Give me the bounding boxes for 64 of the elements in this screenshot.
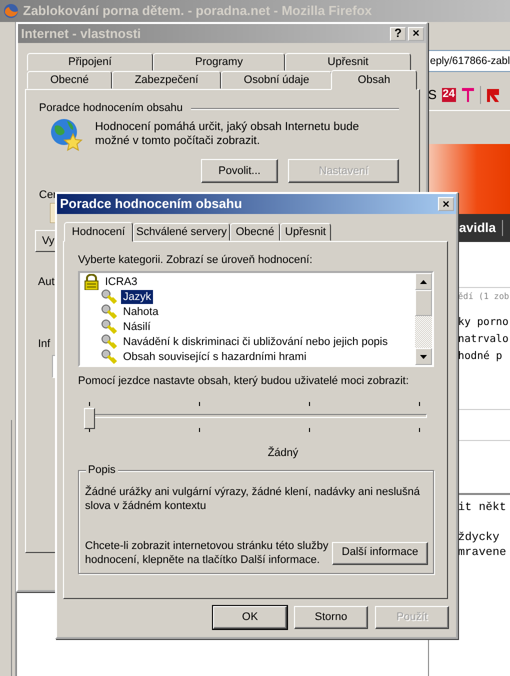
tree-item[interactable]: ICRA3	[103, 274, 140, 289]
label: Aut	[37, 276, 55, 290]
description-text: Žádné urážky ani vulgární výrazy, žádné klení, nadávky ani neslušná slova v žádném kontextu	[85, 484, 421, 513]
tab[interactable]: Upřesnit	[280, 223, 331, 241]
scroll-thumb[interactable]	[415, 290, 432, 316]
description-text: Hodnocení pomáhá určit, jaký obsah Internetu bude možné v tomto počítači zobrazit.	[95, 120, 360, 150]
button[interactable]: Vy	[35, 230, 56, 252]
tab[interactable]: Obecné	[27, 71, 112, 89]
key-icon	[101, 334, 117, 350]
label: Inf	[37, 338, 50, 351]
tab[interactable]: Hodnocení	[64, 222, 133, 242]
category-list[interactable]: ICRA3 Jazyk Nahota Násilí Navádění k diskriminaci či ubližování nebo jejich popis Obsah související s hazardními hrami	[78, 271, 434, 368]
browser-logo-icon	[3, 3, 19, 19]
tab[interactable]: Schválené servery	[133, 223, 230, 241]
bookmark-label[interactable]: S	[428, 87, 437, 103]
more-info-button[interactable]: Další informace	[332, 542, 428, 565]
bookmark-logo-icon[interactable]	[486, 87, 500, 103]
key-icon	[101, 288, 117, 305]
bookmark-logo-icon[interactable]	[460, 87, 475, 103]
post-text: mravene	[458, 545, 508, 560]
key-icon	[101, 304, 117, 320]
post-text: hodné p	[458, 349, 504, 364]
tab[interactable]: Osobní údaje	[221, 71, 332, 89]
tab[interactable]: Upřesnit	[285, 53, 411, 71]
info-text: Chcete-li zobrazit internetovou stránku této služby hodnocení, klepněte na tlačítko Další informace.	[85, 538, 330, 567]
tree-item[interactable]: Obsah související s hazardními hrami	[121, 350, 308, 364]
tab[interactable]: Obsah	[331, 70, 417, 90]
post-text: ždycky	[458, 530, 500, 546]
tree-item[interactable]: Násilí	[121, 320, 153, 334]
address-field[interactable]: eply/617866-zabl	[428, 50, 510, 72]
scrollbar[interactable]	[415, 273, 432, 366]
help-button[interactable]: ?	[390, 26, 406, 40]
key-icon	[101, 318, 117, 335]
group-title: Poradce hodnocením obsahu	[39, 102, 183, 116]
post-text: natrvalo	[458, 332, 510, 348]
label: Cer	[38, 189, 57, 202]
scroll-up-icon[interactable]	[420, 280, 427, 284]
slider-label: Pomocí jezdce nastavte obsah, který budou uživatelé moci zobrazit:	[78, 375, 410, 388]
dialog-title: Poradce hodnocením obsahu	[60, 196, 244, 212]
tab[interactable]: Zabezpečení	[112, 71, 221, 89]
list-label: Vyberte kategorii. Zobrazí se úroveň hodnocení:	[78, 254, 314, 268]
close-button[interactable]: ×	[408, 26, 424, 40]
tree-item[interactable]: Navádění k diskriminaci či ubližování nebo jejich popis	[121, 334, 390, 349]
slider-thumb[interactable]	[84, 408, 95, 430]
button[interactable]: Storno	[294, 606, 368, 629]
button[interactable]: OK	[213, 606, 287, 629]
tab[interactable]: Připojení	[27, 53, 153, 71]
group-title: Popis	[86, 464, 118, 477]
key-icon	[101, 348, 117, 365]
scroll-down-icon[interactable]	[420, 354, 427, 359]
post-text: it někt	[458, 500, 508, 516]
close-button[interactable]: ×	[438, 197, 454, 211]
globe-star-icon	[49, 117, 83, 152]
tab[interactable]: Programy	[153, 53, 285, 71]
button[interactable]: Povolit...	[201, 159, 278, 184]
tree-item[interactable]: Nahota	[121, 304, 160, 319]
level-name: Žádný	[266, 447, 300, 461]
post-text: ky porno	[458, 315, 510, 330]
window-title: Internet - vlastnosti	[21, 26, 142, 42]
tree-item[interactable]: Jazyk	[121, 290, 154, 304]
lock-icon	[83, 274, 99, 290]
post-meta: ědí (1 zob	[458, 292, 510, 302]
bookmark-logo[interactable]: 24	[442, 88, 456, 102]
tab[interactable]: Obecné	[230, 223, 280, 241]
